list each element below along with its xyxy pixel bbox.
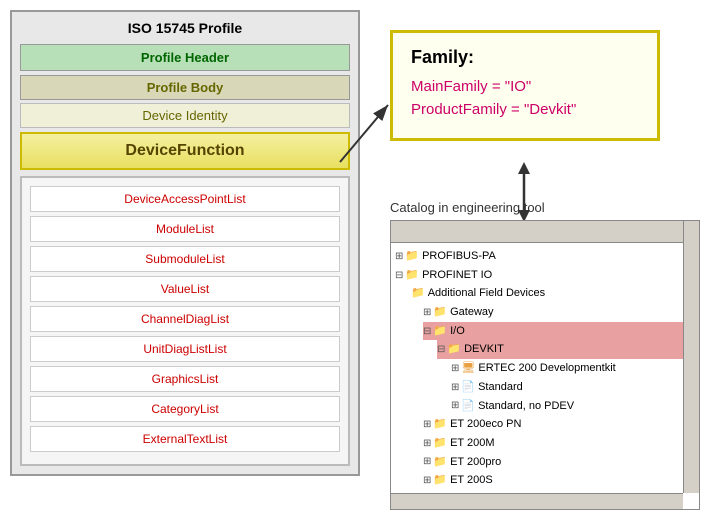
expand-icon[interactable]: ⊞ xyxy=(423,435,431,452)
catalog-label: Catalog in engineering tool xyxy=(390,200,545,215)
tree-row[interactable]: ⊞ 📄Standard, no PDEV xyxy=(451,397,695,416)
tree-item-label: DEVKIT xyxy=(464,340,504,359)
folder-icon: 📁 xyxy=(433,303,447,322)
expand-icon[interactable]: ⊞ xyxy=(423,509,431,510)
catalog-scrollbar-right[interactable] xyxy=(683,221,699,493)
family-box: Family: MainFamily = "IO" ProductFamily … xyxy=(390,30,660,141)
tree-row[interactable]: ⊟ 📁PROFINET IO xyxy=(395,266,695,285)
folder-icon: 📁 xyxy=(411,284,425,303)
folder-icon: 📄 xyxy=(461,378,475,397)
tree-item-label: ET 200eco PN xyxy=(450,415,521,434)
tree-row[interactable]: 📁Additional Field Devices xyxy=(409,284,695,303)
tree-item-label: ET 200S xyxy=(450,471,493,490)
list-item: SubmoduleList xyxy=(30,246,340,272)
profile-header: Profile Header xyxy=(20,44,350,71)
expand-icon[interactable]: ⊞ xyxy=(423,416,431,433)
iso-title: ISO 15745 Profile xyxy=(20,20,350,36)
tree-row[interactable]: ⊞ 📁ET 200M xyxy=(423,434,695,453)
expand-icon[interactable]: ⊟ xyxy=(423,323,431,340)
folder-icon: 📁 xyxy=(433,322,447,341)
tree-item-label: ET 200M xyxy=(450,434,494,453)
list-item: DeviceAccessPointList xyxy=(30,186,340,212)
family-title: Family: xyxy=(411,47,639,68)
profile-body: Profile Body xyxy=(20,75,350,100)
catalog-box: ⊞ 📁PROFIBUS-PA⊟ 📁PROFINET IO 📁Additional… xyxy=(390,220,700,510)
tree-item-label: ERTEC 200 Developmentkit xyxy=(478,359,615,378)
expand-icon[interactable]: ⊞ xyxy=(451,379,459,396)
expand-icon[interactable]: ⊞ xyxy=(451,397,459,414)
iso-box: ISO 15745 Profile Profile Header Profile… xyxy=(10,10,360,476)
folder-icon: 📁 xyxy=(433,415,447,434)
list-item: UnitDiagListList xyxy=(30,336,340,362)
tree-row[interactable]: ⊞ 📁ET 200eco PN xyxy=(423,415,695,434)
tree-item-label: Standard xyxy=(478,378,523,397)
expand-icon[interactable]: ⊞ xyxy=(423,304,431,321)
folder-icon: 📁 xyxy=(405,266,419,285)
list-item: GraphicsList xyxy=(30,366,340,392)
folder-icon: 📁 xyxy=(433,471,447,490)
expand-icon[interactable]: ⊞ xyxy=(423,472,431,489)
expand-icon[interactable]: ⊟ xyxy=(437,341,445,358)
device-function: DeviceFunction xyxy=(20,132,350,170)
expand-icon[interactable]: ⊟ xyxy=(395,267,403,284)
folder-icon: 📁 xyxy=(405,247,419,266)
folder-icon: 📁 xyxy=(433,434,447,453)
folder-icon: 📁 xyxy=(433,453,447,472)
list-item: CategoryList xyxy=(30,396,340,422)
tree-item-label: I/O xyxy=(450,322,465,341)
tree-row[interactable]: ⊞ 🖥ERTEC 200 Developmentkit xyxy=(451,359,695,378)
expand-icon[interactable]: ⊞ xyxy=(395,248,403,265)
tree-row[interactable]: ⊞ 📁Gateway xyxy=(423,303,695,322)
folder-icon: 📁 xyxy=(447,340,461,359)
list-item: ChannelDiagList xyxy=(30,306,340,332)
expand-icon[interactable]: ⊞ xyxy=(423,453,431,470)
list-item: ValueList xyxy=(30,276,340,302)
tree-row[interactable]: ⊞ 📁PROFIBUS-PA xyxy=(395,247,695,266)
catalog-toolbar xyxy=(391,221,699,243)
device-identity: Device Identity xyxy=(20,103,350,128)
catalog-tree: ⊞ 📁PROFIBUS-PA⊟ 📁PROFINET IO 📁Additional… xyxy=(391,243,699,510)
tree-item-label: ET 200pro xyxy=(450,453,501,472)
iso-profile-diagram: ISO 15745 Profile Profile Header Profile… xyxy=(10,10,360,476)
tree-item-label: Additional Field Devices xyxy=(428,284,545,303)
list-items-box: DeviceAccessPointList ModuleList Submodule… xyxy=(20,176,350,466)
folder-icon: 🖥 xyxy=(461,359,475,378)
tree-row[interactable]: ⊞ 📁ET 200pro xyxy=(423,453,695,472)
catalog-scrollbar-bottom[interactable] xyxy=(391,493,683,509)
expand-icon[interactable]: ⊞ xyxy=(451,360,459,377)
family-line2: ProductFamily = "Devkit" xyxy=(411,101,639,118)
tree-item-label: Standard, no PDEV xyxy=(478,397,574,416)
tree-item-label: PROFIBUS-PA xyxy=(422,247,496,266)
tree-item-label: Gateway xyxy=(450,303,493,322)
list-item: ModuleList xyxy=(30,216,340,242)
folder-icon: 📄 xyxy=(461,397,475,416)
tree-row[interactable]: ⊞ 📁ET 200S xyxy=(423,471,695,490)
family-line1: MainFamily = "IO" xyxy=(411,78,639,95)
tree-row[interactable]: ⊟ 📁I/O xyxy=(423,322,695,341)
tree-row[interactable]: ⊟ 📁DEVKIT xyxy=(437,340,695,359)
list-item: ExternalTextList xyxy=(30,426,340,452)
tree-item-label: PROFINET IO xyxy=(422,266,492,285)
tree-row[interactable]: ⊞ 📄Standard xyxy=(451,378,695,397)
